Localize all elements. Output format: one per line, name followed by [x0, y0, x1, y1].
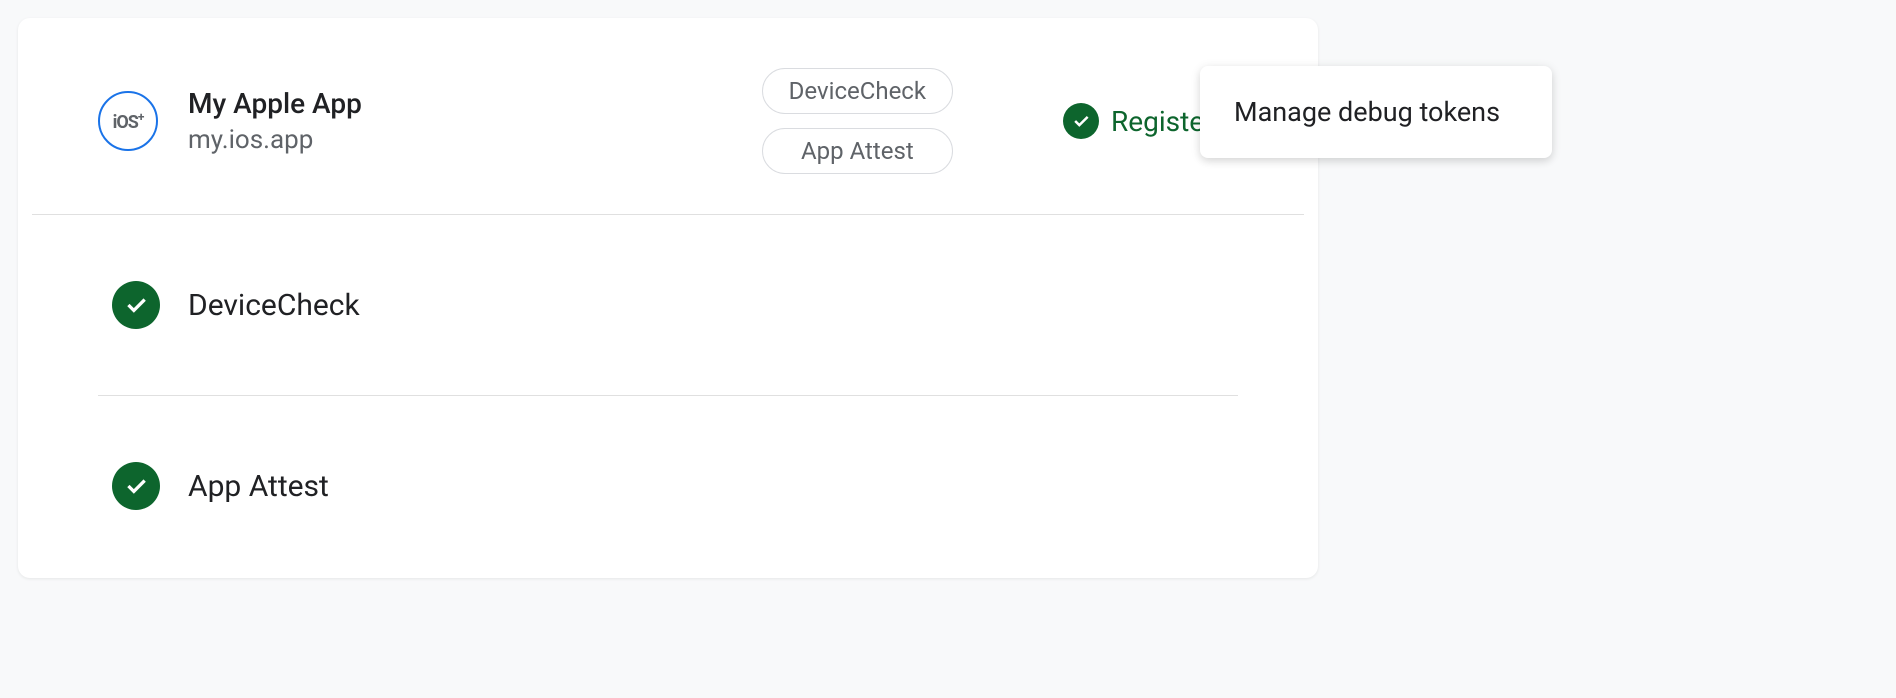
- chip-device-check: DeviceCheck: [762, 68, 953, 114]
- app-bundle-id: my.ios.app: [188, 125, 362, 155]
- provider-item-app-attest[interactable]: App Attest: [98, 396, 1238, 576]
- ios-app-icon: iOS+: [98, 91, 158, 151]
- provider-chips: DeviceCheck App Attest: [762, 68, 953, 174]
- manage-tokens-label: Manage debug tokens: [1234, 96, 1500, 128]
- card-header: iOS+ My Apple App my.ios.app DeviceCheck…: [32, 18, 1304, 215]
- provider-name: DeviceCheck: [188, 288, 360, 323]
- check-circle-icon: [1063, 103, 1099, 139]
- provider-name: App Attest: [188, 469, 329, 504]
- app-info: My Apple App my.ios.app: [188, 87, 362, 155]
- providers-list: DeviceCheck App Attest: [18, 215, 1318, 576]
- check-circle-icon: [112, 462, 160, 510]
- app-card: iOS+ My Apple App my.ios.app DeviceCheck…: [18, 18, 1318, 578]
- chip-app-attest: App Attest: [762, 128, 953, 174]
- ios-icon-label: iOS+: [113, 110, 144, 133]
- app-name: My Apple App: [188, 87, 362, 121]
- provider-item-device-check[interactable]: DeviceCheck: [98, 215, 1238, 396]
- check-circle-icon: [112, 281, 160, 329]
- manage-tokens-popover[interactable]: Manage debug tokens: [1200, 66, 1552, 158]
